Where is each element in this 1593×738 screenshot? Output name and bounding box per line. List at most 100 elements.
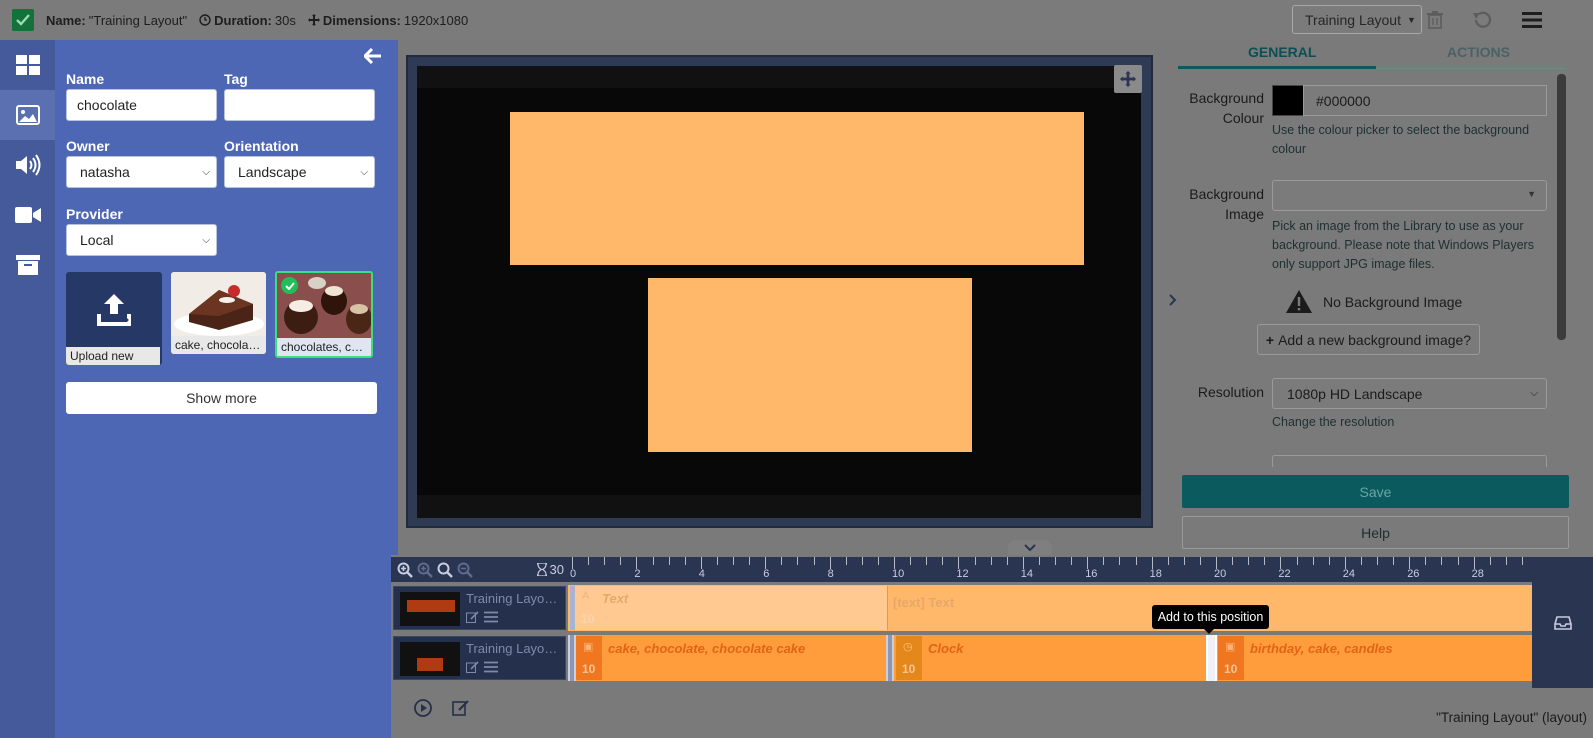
ruler-label: 22 (1278, 568, 1291, 580)
name-label: Name: (46, 12, 86, 28)
region-thumbnail (400, 642, 460, 676)
tab-actions[interactable]: ACTIONS (1447, 44, 1510, 60)
tile-caption: cake, chocolate, chocolate cake (171, 336, 266, 354)
ruler-tick (1135, 557, 1137, 565)
trash-icon[interactable] (1423, 8, 1447, 32)
ruler-label: 26 (1407, 568, 1420, 580)
zoom-reset-icon[interactable] (437, 562, 453, 578)
bg-image-select[interactable]: ▼ (1272, 180, 1547, 211)
bottom-bar (391, 690, 1593, 738)
sidebar-item-video[interactable] (0, 190, 55, 240)
edit-layout-icon[interactable] (452, 699, 470, 719)
ruler-tick (942, 557, 944, 565)
clock-icon (199, 14, 211, 26)
upload-new-tile[interactable]: Upload new (66, 272, 162, 365)
inbox-icon[interactable] (1553, 615, 1572, 630)
ruler-label: 12 (956, 568, 969, 580)
ruler-tick (1038, 557, 1040, 565)
owner-select[interactable]: natasha ⌵ (66, 156, 217, 188)
region-row-header-2[interactable]: Training Layout - Region 2 (393, 636, 566, 680)
sidebar-item-images[interactable] (0, 90, 55, 140)
edit-icon[interactable] (466, 661, 479, 673)
widget-image-cake[interactable]: ▣ 10 cake, chocolate, chocolate cake (576, 636, 885, 680)
ruler-label: 10 (892, 568, 905, 580)
widget-name: birthday, cake, candles (1250, 641, 1393, 656)
bg-image-label-2: Image (1225, 206, 1264, 222)
drop-position-handle[interactable] (886, 635, 894, 681)
owner-select-value: natasha (80, 164, 130, 180)
chevron-down-icon: ⌵ (1530, 388, 1538, 399)
ruler-label: 28 (1471, 568, 1484, 580)
zoom-out-icon[interactable] (457, 562, 473, 578)
preview-top-strip (417, 66, 1141, 88)
bg-image-label-1: Background (1189, 186, 1264, 202)
timeline-side-dock (1532, 557, 1593, 688)
drop-position-handle-active[interactable] (1206, 635, 1217, 681)
list-icon[interactable] (484, 611, 498, 623)
timeline-zoom-value: 30 (536, 562, 564, 577)
widget-text[interactable]: A 10 Text (570, 586, 888, 630)
save-button[interactable]: Save (1182, 475, 1569, 508)
provider-select[interactable]: Local ⌵ (66, 224, 217, 256)
layout-dropdown-label: Training Layout (1305, 11, 1401, 28)
ruler-tick (813, 557, 815, 565)
bg-colour-help: Use the colour picker to select the back… (1272, 123, 1530, 156)
chevron-down-icon: ⌵ (202, 166, 210, 178)
resolution-select[interactable]: 1080p HD Landscape ⌵ (1272, 378, 1547, 409)
plus-icon: + (1265, 331, 1275, 348)
name-filter-input[interactable]: chocolate (66, 89, 217, 121)
checkmark-icon[interactable] (12, 9, 34, 31)
zoom-in-icon[interactable] (397, 562, 413, 578)
properties-scrollbar[interactable] (1557, 74, 1566, 340)
hourglass-icon (536, 563, 547, 576)
add-bg-image-button[interactable]: + Add a new background image? (1257, 324, 1480, 355)
sidebar-item-archive[interactable] (0, 240, 55, 290)
layout-dropdown[interactable]: Training Layout ▼ (1292, 5, 1422, 34)
region-2[interactable] (648, 278, 972, 452)
active-tab-indicator (1178, 66, 1376, 69)
region-1[interactable] (510, 112, 1084, 265)
provider-select-value: Local (80, 232, 114, 248)
colour-picker-swatch[interactable] (1272, 85, 1304, 116)
collapse-timeline-button[interactable] (1008, 540, 1052, 556)
drop-position-handle[interactable] (568, 635, 576, 681)
ruler-tick (1055, 557, 1056, 565)
orientation-select[interactable]: Landscape ⌵ (224, 156, 375, 188)
selected-check-icon (281, 277, 298, 294)
add-position-tooltip: Add to this position (1152, 605, 1269, 634)
widget-clock[interactable]: ◷ 10 Clock (896, 636, 1204, 680)
dashboard-icon (15, 55, 40, 75)
resolution-select-value: 1080p HD Landscape (1287, 385, 1423, 402)
ruler-tick (620, 557, 622, 565)
tag-filter-input[interactable] (224, 89, 375, 121)
chevron-down-icon: ⌵ (360, 166, 368, 178)
ruler-tick (861, 557, 863, 565)
widget-image-birthday[interactable]: ▣ 10 birthday, cake, candles (1218, 636, 1531, 680)
ruler-tick (604, 557, 606, 565)
help-button[interactable]: Help (1182, 516, 1569, 549)
play-preview-icon[interactable] (414, 699, 432, 720)
back-arrow-icon[interactable] (362, 47, 382, 67)
duration-label: Duration: (214, 12, 272, 28)
sidebar-item-dashboard[interactable] (0, 40, 55, 90)
layout-meta: Name: "Training Layout" Duration: 30s Di… (46, 13, 468, 28)
warning-icon (1286, 290, 1312, 313)
media-tile-chocolates-selected[interactable]: chocolates, candy, sweets (275, 271, 373, 358)
ruler-tick (1199, 557, 1201, 565)
menu-icon[interactable] (1520, 8, 1544, 32)
region-row-header-1[interactable]: Training Layout - Region 1 (393, 586, 566, 630)
edit-icon[interactable] (466, 611, 479, 623)
bg-colour-input[interactable]: #000000 (1303, 85, 1547, 116)
undo-icon[interactable] (1470, 8, 1494, 32)
zoom-fit-icon[interactable] (417, 562, 433, 578)
dimensions-value: 1920x1080 (403, 12, 469, 28)
tab-general[interactable]: GENERAL (1248, 44, 1316, 60)
sidebar-item-audio[interactable] (0, 140, 55, 190)
show-more-button[interactable]: Show more (66, 382, 377, 414)
orientation-filter-label: Orientation (224, 138, 299, 154)
move-preview-button[interactable] (1114, 65, 1142, 93)
list-icon[interactable] (484, 661, 498, 673)
ruler-tick (1441, 557, 1443, 565)
ruler-tick (797, 557, 799, 565)
media-tile-cake[interactable]: cake, chocolate, chocolate cake (171, 272, 266, 354)
